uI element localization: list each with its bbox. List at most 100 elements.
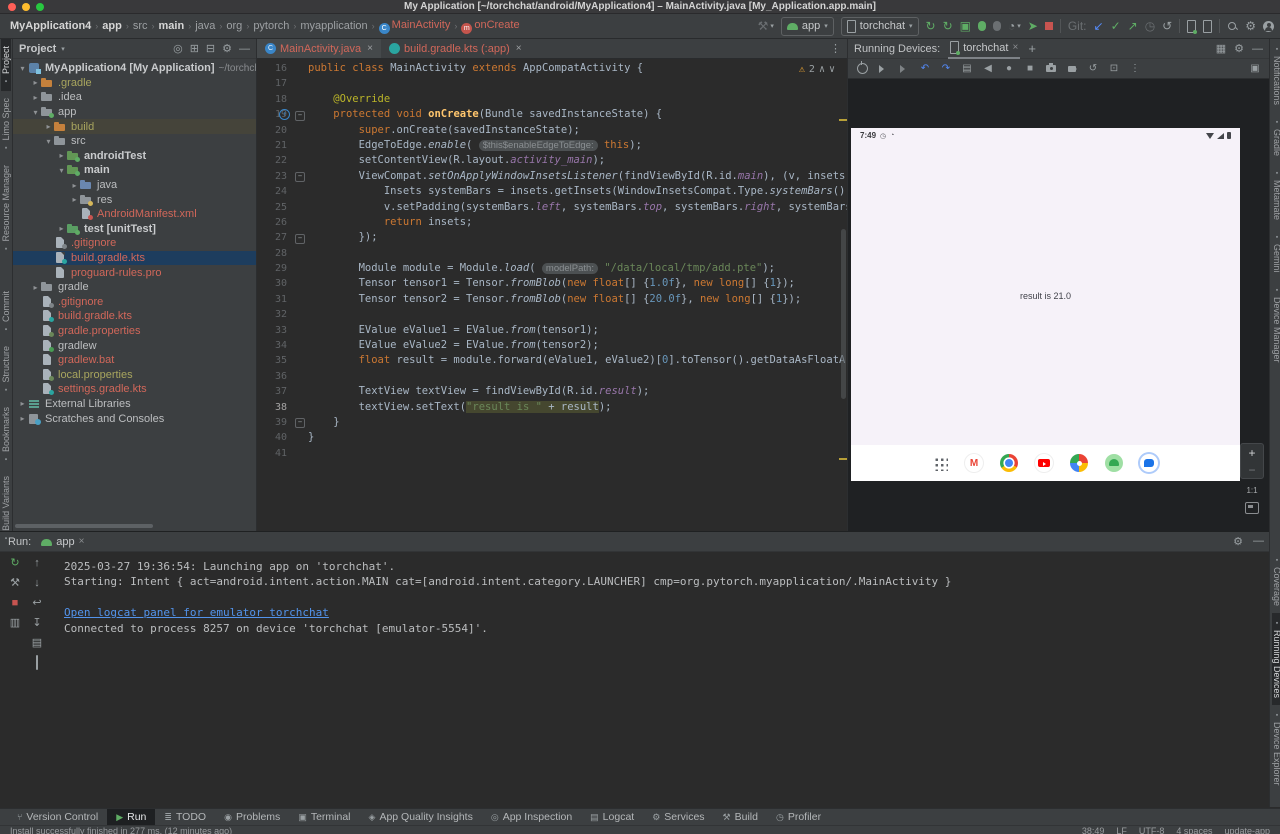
close-tab-icon[interactable]: × xyxy=(516,43,522,54)
zoom-fit-button[interactable] xyxy=(1245,502,1259,514)
tree-row-.gitignore[interactable]: .gitignore xyxy=(13,295,256,310)
rotate-left-icon[interactable]: ↶ xyxy=(919,63,931,74)
overview-button-icon[interactable]: ■ xyxy=(1024,63,1036,74)
tool-window-button-app-quality-insights[interactable]: ◈App Quality Insights xyxy=(360,809,482,825)
stripe-item-notifications[interactable]: ▪Notifications xyxy=(1272,39,1280,112)
tree-row-Scratches-and-Consoles[interactable]: ▸Scratches and Consoles xyxy=(13,411,256,426)
breadcrumb-item-java[interactable]: java xyxy=(195,20,215,32)
account-icon[interactable] xyxy=(1263,21,1274,32)
breadcrumb-item-org[interactable]: org xyxy=(226,20,242,32)
gmail-icon[interactable]: M xyxy=(965,454,983,472)
home-button-icon[interactable]: ● xyxy=(1003,63,1015,74)
code-line-37[interactable]: 37 TextView textView = findViewById(R.id… xyxy=(257,384,847,399)
tree-row-src[interactable]: ▾src xyxy=(13,134,256,149)
search-everywhere-icon[interactable] xyxy=(1227,21,1238,32)
code-line-39[interactable]: 39− } xyxy=(257,415,847,430)
inspection-widget[interactable]: ⚠ 2 ∧ ∨ xyxy=(797,62,837,77)
rotate-right-icon[interactable]: ↷ xyxy=(940,63,952,74)
tree-row-build.gradle.kts[interactable]: build.gradle.kts xyxy=(13,251,256,266)
collapse-all-icon[interactable]: ⊟ xyxy=(206,42,215,55)
run-configuration-select[interactable]: app ▾ xyxy=(781,17,834,36)
console-layout-icon[interactable]: ▥ xyxy=(10,618,20,629)
fold-icon[interactable]: − xyxy=(295,172,305,182)
hide-panel-icon[interactable]: — xyxy=(1253,535,1264,548)
breadcrumb-item-pytorch[interactable]: pytorch xyxy=(253,20,289,32)
indent-setting[interactable]: 4 spaces xyxy=(1176,826,1212,834)
line-ending[interactable]: LF xyxy=(1116,826,1127,834)
code-line-20[interactable]: 20 super.onCreate(savedInstanceState); xyxy=(257,123,847,138)
code-line-35[interactable]: 35 float result = module.forward(eValue1… xyxy=(257,353,847,368)
tool-window-button-problems[interactable]: ◉Problems xyxy=(215,809,289,825)
tree-row-MyApplication4-My-Application-[interactable]: ▾MyApplication4 [My Application]~/torchc… xyxy=(13,61,256,76)
rollback-icon[interactable]: ↺ xyxy=(1162,20,1172,32)
stripe-item-resource-manager[interactable]: ▪Resource Manager xyxy=(1,158,11,259)
file-encoding[interactable]: UTF-8 xyxy=(1139,826,1165,834)
volume-up-icon[interactable] xyxy=(877,65,889,73)
stripe-item-coverage[interactable]: ▪Coverage xyxy=(1272,550,1280,613)
tree-row-build.gradle.kts[interactable]: build.gradle.kts xyxy=(13,309,256,324)
code-line-26[interactable]: 26 return insets; xyxy=(257,215,847,230)
code-line-16[interactable]: 16public class MainActivity extends AppC… xyxy=(257,61,847,76)
tree-row-test-unitTest-[interactable]: ▸test [unitTest] xyxy=(13,222,256,237)
rerun-icon[interactable]: ↻ xyxy=(10,558,19,569)
prev-problem-icon[interactable]: ∧ xyxy=(819,62,825,77)
tree-row-main[interactable]: ▾main xyxy=(13,163,256,178)
caret-position[interactable]: 38:49 xyxy=(1082,826,1105,834)
code-line-31[interactable]: 31 Tensor tensor2 = Tensor.fromBlob(new … xyxy=(257,292,847,307)
run-tab-app[interactable]: app × xyxy=(41,536,84,548)
android-app-icon[interactable] xyxy=(1105,454,1123,472)
apply-code-changes-icon[interactable]: ↻ xyxy=(943,20,953,32)
horizontal-scrollbar[interactable] xyxy=(15,524,153,528)
soft-wrap-icon[interactable]: ↩ xyxy=(32,598,41,609)
minimize-window-button[interactable] xyxy=(22,3,30,11)
code-line-38[interactable]: 38 textView.setText("result is " + resul… xyxy=(257,400,847,415)
stripe-item-build-variants[interactable]: ▪Build Variants xyxy=(1,469,11,548)
youtube-icon[interactable] xyxy=(1035,454,1053,472)
editor-tab-MainActivity.java[interactable]: CMainActivity.java× xyxy=(257,39,381,58)
device-mirror-icon[interactable] xyxy=(1203,20,1212,33)
tree-row-settings.gradle.kts[interactable]: settings.gradle.kts xyxy=(13,382,256,397)
edit-configuration-icon[interactable]: ⚒ xyxy=(10,578,20,589)
breadcrumb-item-main[interactable]: main xyxy=(159,20,185,32)
build-tool-icon[interactable]: ⚒▾ xyxy=(758,20,774,32)
run-console[interactable]: 2025-03-27 19:36:54: Launching app on 't… xyxy=(52,552,1280,808)
apply-changes-icon[interactable]: ↻ xyxy=(926,20,936,32)
stripe-item-device-explorer[interactable]: ▪Device Explorer xyxy=(1272,705,1280,793)
profile-low-overhead-icon[interactable]: ➤ xyxy=(1028,20,1038,32)
stripe-item-gemini[interactable]: ▪Gemini xyxy=(1272,227,1280,280)
breadcrumb-item-src[interactable]: src xyxy=(133,20,148,32)
close-icon[interactable]: × xyxy=(79,536,85,547)
tree-row-.idea[interactable]: ▸.idea xyxy=(13,90,256,105)
panel-options-icon[interactable]: ⚙ xyxy=(222,42,232,55)
code-line-18[interactable]: 18 @Override xyxy=(257,92,847,107)
tree-row-AndroidManifest.xml[interactable]: AndroidManifest.xml xyxy=(13,207,256,222)
stripe-item-bookmarks[interactable]: ▪Bookmarks xyxy=(1,400,11,469)
layout-icon[interactable]: ▦ xyxy=(1216,42,1226,55)
tree-row-gradlew[interactable]: gradlew xyxy=(13,338,256,353)
zoom-window-button[interactable] xyxy=(36,3,44,11)
code-line-41[interactable]: 41 xyxy=(257,446,847,461)
git-push-icon[interactable]: ↗ xyxy=(1128,20,1138,32)
tree-row-gradlew.bat[interactable]: gradlew.bat xyxy=(13,353,256,368)
zoom-ratio-button[interactable]: 1:1 xyxy=(1246,486,1257,495)
chrome-icon[interactable] xyxy=(1000,454,1018,472)
power-button-icon[interactable] xyxy=(856,63,868,74)
tree-row-androidTest[interactable]: ▸androidTest xyxy=(13,149,256,164)
fold-icon[interactable]: − xyxy=(295,418,305,428)
code-line-25[interactable]: 25 v.setPadding(systemBars.left, systemB… xyxy=(257,200,847,215)
clear-console-icon[interactable] xyxy=(36,658,38,669)
code-line-21[interactable]: 21 EdgeToEdge.enable( $this$enableEdgeTo… xyxy=(257,138,847,153)
chevron-down-icon[interactable]: ▾ xyxy=(61,45,65,53)
stripe-item-metamate[interactable]: ▪Metamate xyxy=(1272,163,1280,227)
run-icon[interactable]: ▣ xyxy=(960,20,971,32)
tool-window-button-todo[interactable]: ≣TODO xyxy=(155,809,215,825)
breadcrumb-item-onCreate[interactable]: monCreate xyxy=(461,19,519,34)
code-line-22[interactable]: 22 setContentView(R.layout.activity_main… xyxy=(257,153,847,168)
tree-row-gradle.properties[interactable]: gradle.properties xyxy=(13,324,256,339)
code-line-30[interactable]: 30 Tensor tensor1 = Tensor.fromBlob(new … xyxy=(257,276,847,291)
tree-row-java[interactable]: ▸java xyxy=(13,178,256,193)
code-line-34[interactable]: 34 EValue eValue2 = EValue.from(tensor2)… xyxy=(257,338,847,353)
stripe-item-limo-spec[interactable]: ▪Limo Spec xyxy=(1,91,11,158)
git-commit-icon[interactable]: ✓ xyxy=(1111,20,1121,32)
tool-window-button-profiler[interactable]: ◷Profiler xyxy=(767,809,830,825)
